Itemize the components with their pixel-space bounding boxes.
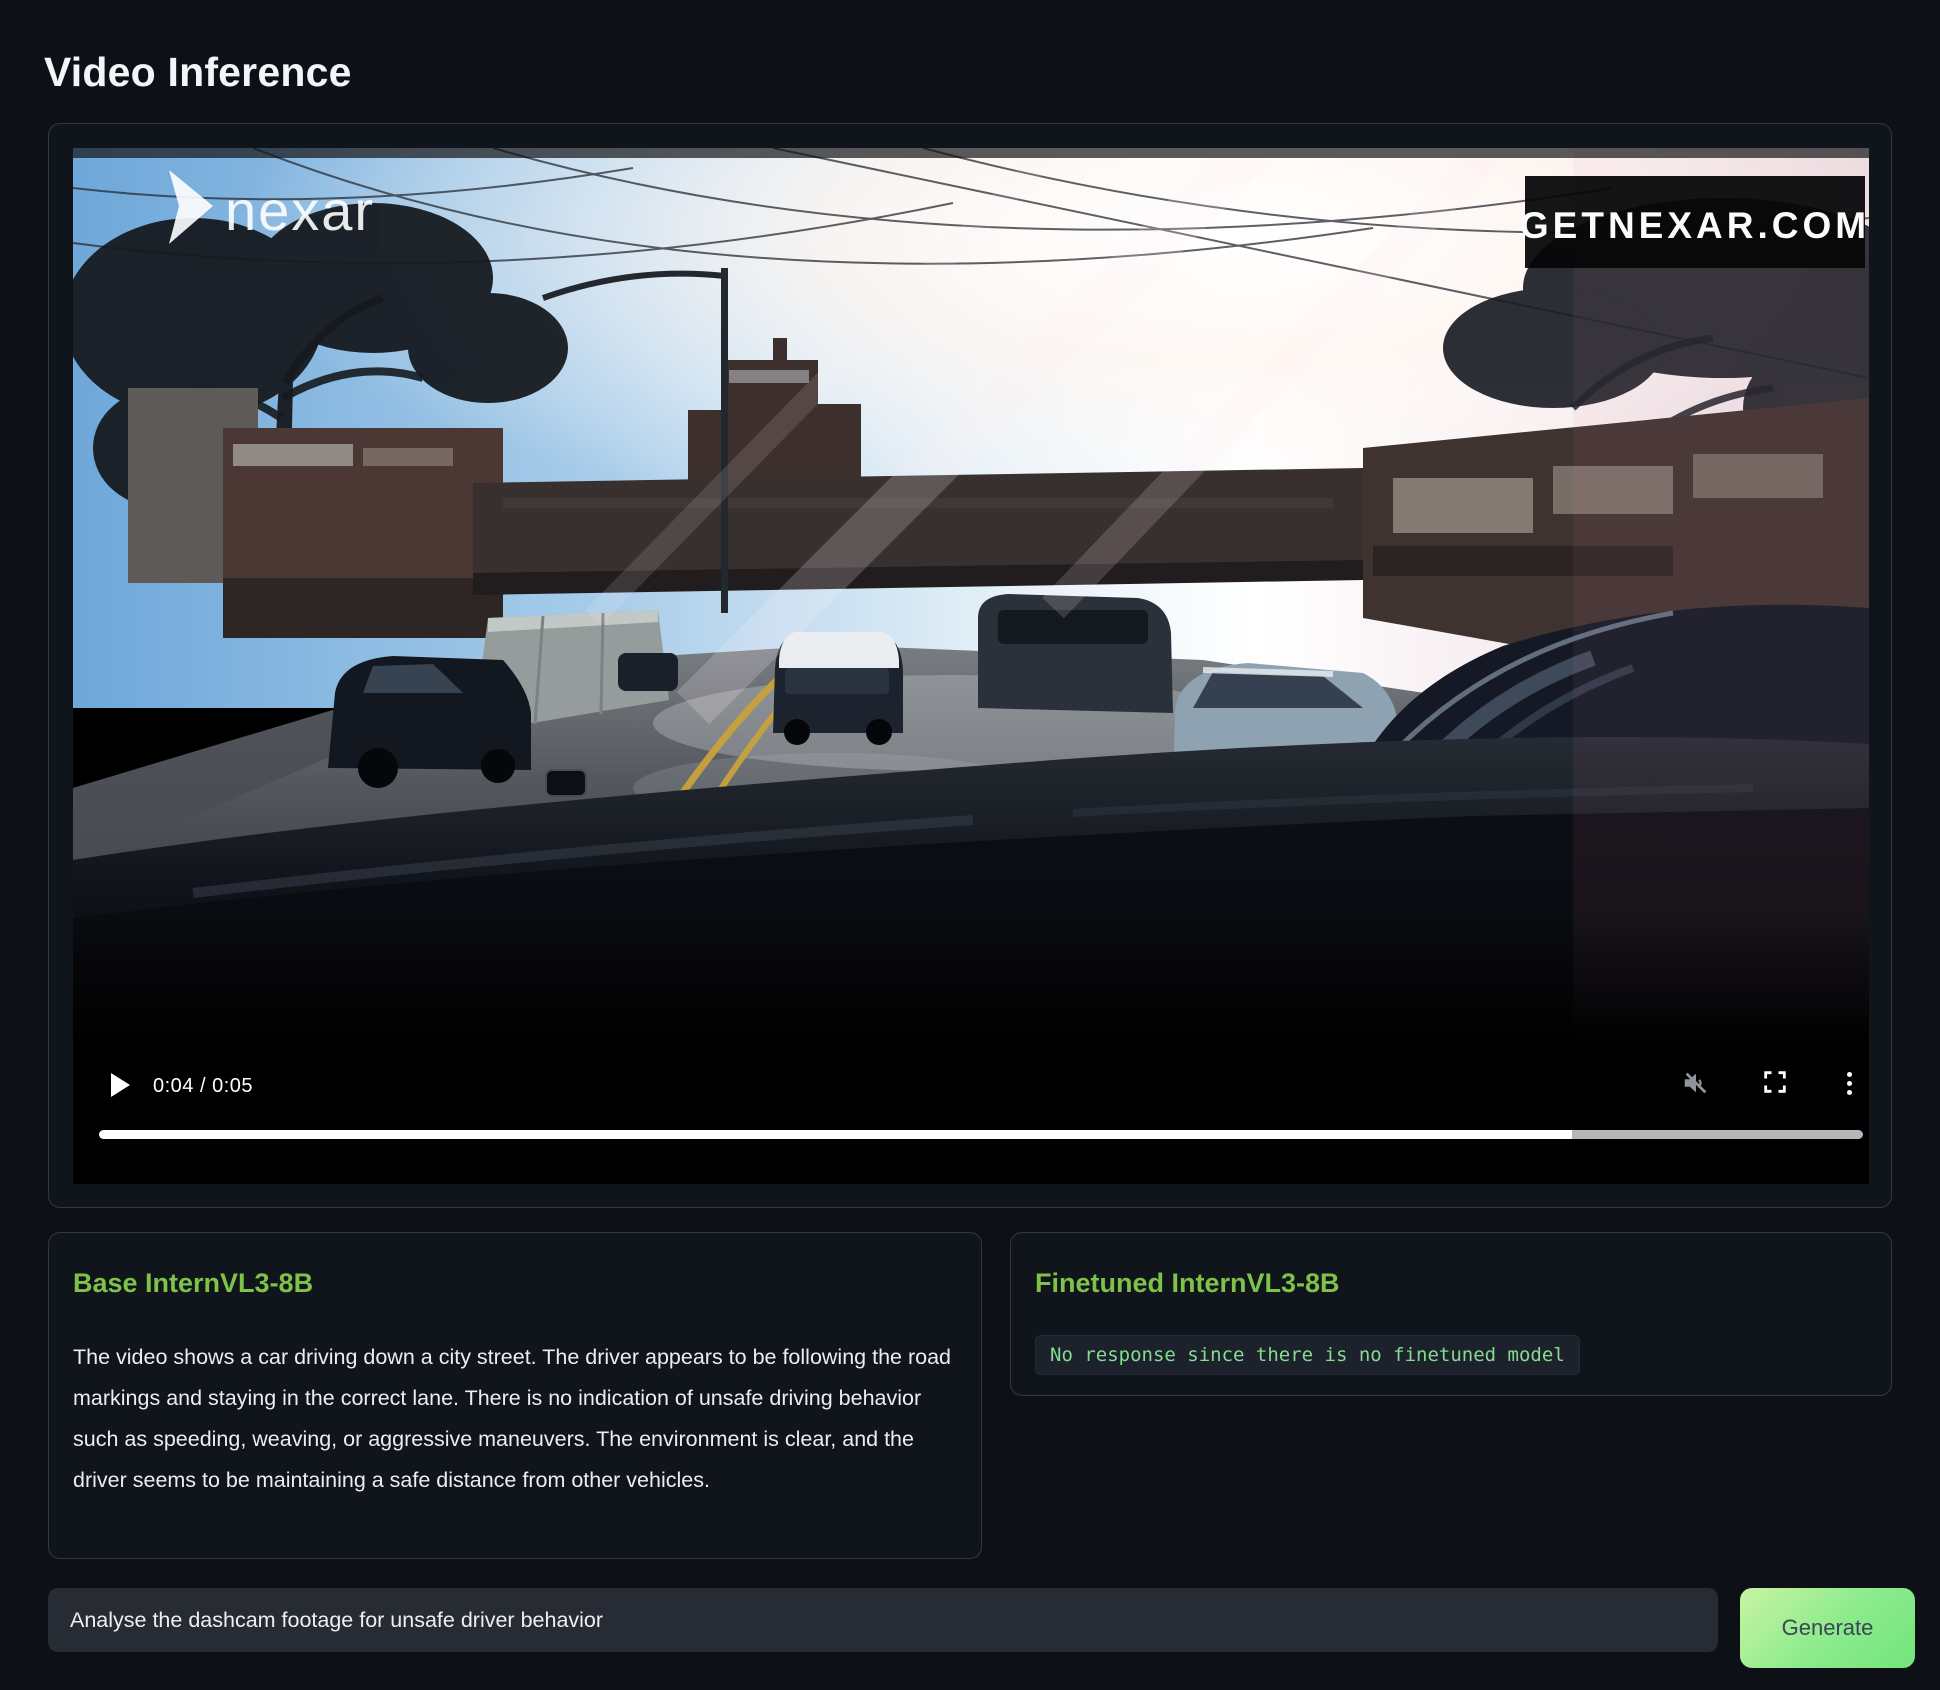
prompt-input[interactable] <box>48 1588 1718 1652</box>
video-card: nexar GETNEXAR.COM 0:04 / 0:05 <box>48 123 1892 1208</box>
fullscreen-button[interactable] <box>1761 1068 1791 1098</box>
getnexar-badge-text: GETNEXAR.COM <box>1520 205 1869 246</box>
more-options-button[interactable] <box>1839 1068 1859 1098</box>
page-title: Video Inference <box>44 49 352 96</box>
video-progress-played <box>99 1130 1572 1139</box>
mute-button[interactable] <box>1681 1068 1711 1098</box>
nexar-logo-text: nexar <box>225 179 375 242</box>
base-model-panel: Base InternVL3-8B The video shows a car … <box>48 1232 982 1559</box>
generate-button[interactable]: Generate <box>1740 1588 1915 1668</box>
finetuned-model-response: No response since there is no finetuned … <box>1035 1335 1580 1375</box>
kebab-menu-icon <box>1847 1072 1852 1077</box>
finetuned-model-panel: Finetuned InternVL3-8B No response since… <box>1010 1232 1892 1396</box>
dashcam-video-frame: nexar GETNEXAR.COM <box>73 148 1869 1038</box>
base-model-title: Base InternVL3-8B <box>73 1267 955 1299</box>
play-button[interactable] <box>105 1070 135 1100</box>
play-icon <box>111 1073 130 1097</box>
muted-audio-icon <box>1681 1068 1711 1098</box>
video-player[interactable]: nexar GETNEXAR.COM 0:04 / 0:05 <box>73 148 1869 1184</box>
video-progress-bar[interactable] <box>99 1130 1863 1139</box>
base-model-response: The video shows a car driving down a cit… <box>73 1337 955 1501</box>
getnexar-badge: GETNEXAR.COM <box>1520 176 1869 268</box>
video-time-display: 0:04 / 0:05 <box>153 1072 253 1100</box>
fullscreen-icon <box>1761 1068 1789 1096</box>
finetuned-model-title: Finetuned InternVL3-8B <box>1035 1267 1865 1299</box>
